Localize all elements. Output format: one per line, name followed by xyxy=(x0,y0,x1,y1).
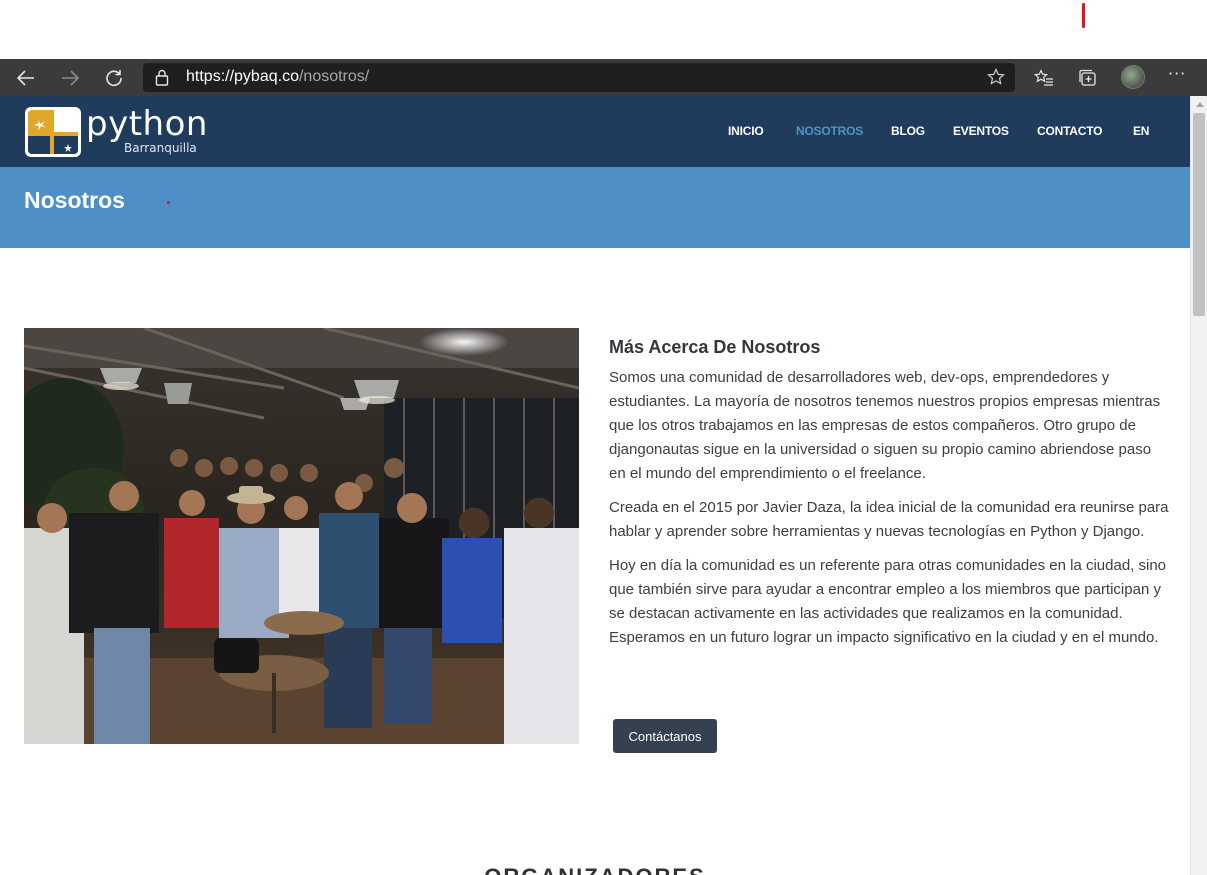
nav-item-nosotros[interactable]: NOSOTROS xyxy=(796,124,863,138)
contact-button[interactable]: Contáctanos xyxy=(613,719,717,753)
page-title: Nosotros xyxy=(24,187,125,213)
nav-item-language-en[interactable]: EN xyxy=(1133,124,1149,138)
more-icon[interactable]: ··· xyxy=(1168,64,1186,83)
url-host: https://pybaq.co xyxy=(186,68,299,85)
community-group-photo xyxy=(24,328,579,744)
site-header: python Barranquilla INICIO NOSOTROS BLOG… xyxy=(0,96,1190,167)
nav-item-blog[interactable]: BLOG xyxy=(891,124,925,138)
back-icon[interactable] xyxy=(8,59,44,96)
annotation-dot xyxy=(167,201,170,204)
nav-item-contacto[interactable]: CONTACTO xyxy=(1037,124,1102,138)
browser-toolbar: https://pybaq.co/nosotros/ xyxy=(0,59,1207,96)
annotation-mark xyxy=(1082,3,1085,28)
page-scrollbar[interactable] xyxy=(1190,96,1207,875)
url-text[interactable]: https://pybaq.co/nosotros/ xyxy=(186,68,369,86)
about-paragraph-2: Creada en el 2015 por Javier Daza, la id… xyxy=(609,499,1169,540)
scroll-up-arrow-icon[interactable] xyxy=(1191,98,1207,110)
nav-item-eventos[interactable]: EVENTOS xyxy=(953,124,1009,138)
collections-icon[interactable] xyxy=(1077,67,1099,89)
url-path: /nosotros/ xyxy=(298,68,370,85)
lock-icon[interactable] xyxy=(155,69,169,91)
nav-item-inicio[interactable]: INICIO xyxy=(728,124,764,138)
address-bar[interactable]: https://pybaq.co/nosotros/ xyxy=(143,63,1015,92)
about-paragraph-1: Somos una comunidad de desarrolladores w… xyxy=(609,369,1161,482)
about-paragraph-3: Hoy en día la comunidad es un referente … xyxy=(609,557,1167,646)
forward-icon[interactable] xyxy=(52,59,88,96)
refresh-icon[interactable] xyxy=(96,59,132,96)
logo-subtitle: Barranquilla xyxy=(124,141,197,155)
about-section: Más Acerca De Nosotros Somos una comunid… xyxy=(609,337,1169,660)
desktop-background xyxy=(0,0,1207,59)
main-navigation: INICIO NOSOTROS BLOG EVENTOS CONTACTO EN xyxy=(0,124,1190,140)
scrollbar-thumb[interactable] xyxy=(1193,113,1205,316)
favorites-list-icon[interactable] xyxy=(1033,67,1055,89)
about-heading: Más Acerca De Nosotros xyxy=(609,337,821,357)
organizers-heading: ORGANIZADORES xyxy=(0,864,1190,875)
page-title-band: Nosotros xyxy=(0,167,1190,248)
profile-avatar[interactable] xyxy=(1121,65,1145,89)
favorite-star-icon[interactable] xyxy=(987,68,1005,91)
